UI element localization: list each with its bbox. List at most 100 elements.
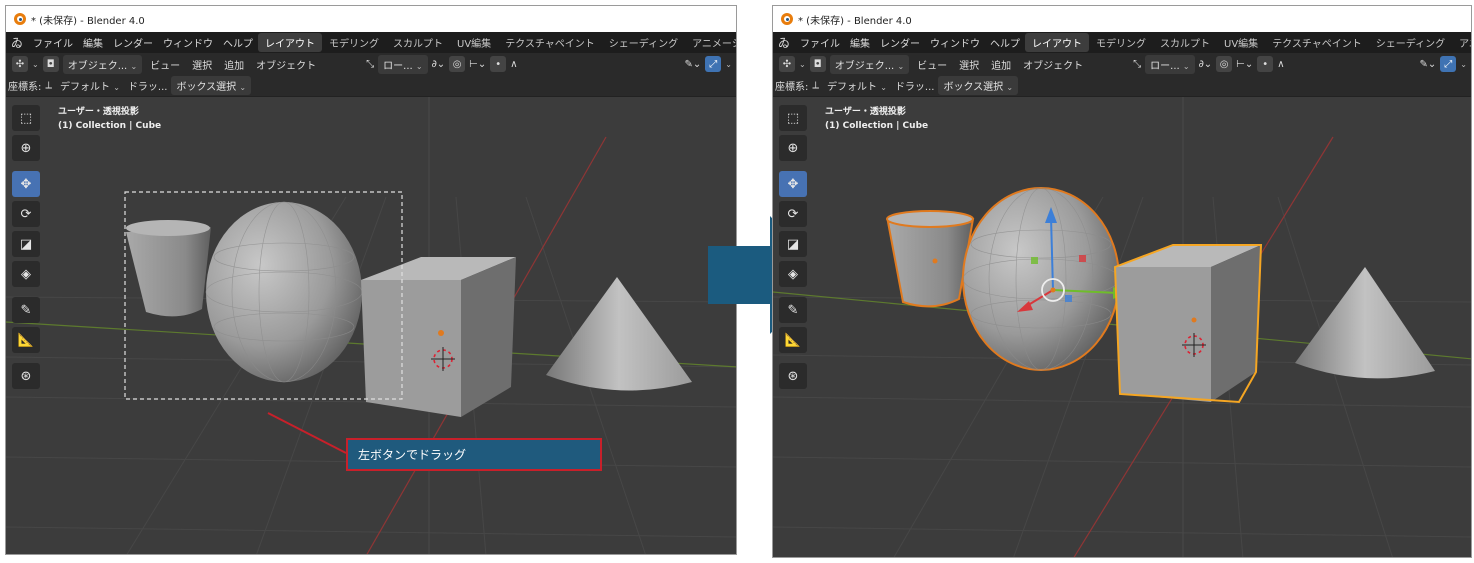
proportional-edit-icon[interactable]: ◎ xyxy=(449,56,466,72)
drag-dropdown[interactable]: ボックス選択 ⌄ xyxy=(171,76,252,95)
blender-window-after: * (未保存) - Blender 4.0 ゐ ファイル 編集 レンダー ウィン… xyxy=(772,5,1472,558)
menu-add[interactable]: 追加 xyxy=(987,55,1015,74)
tab-shading[interactable]: シェーディング xyxy=(1369,33,1452,52)
drag-instruction-callout: 左ボタンでドラッグ xyxy=(346,438,602,471)
menu-render[interactable]: レンダー xyxy=(108,35,158,50)
editor-type-icon[interactable]: ✣ xyxy=(779,56,795,72)
tab-animation[interactable]: アニメーシ xyxy=(1452,33,1471,52)
proportional-edit-icon[interactable]: ◎ xyxy=(1216,56,1233,72)
snap-target-icon[interactable]: ⊢⌄ xyxy=(469,59,486,70)
visibility-icon[interactable]: ✎⌄ xyxy=(685,59,702,70)
drag-label: ドラッ... xyxy=(127,82,168,93)
menu-render[interactable]: レンダー xyxy=(875,35,925,50)
cone-object[interactable] xyxy=(1295,267,1435,379)
menu-window[interactable]: ウィンドウ xyxy=(925,35,985,50)
tab-shading[interactable]: シェーディング xyxy=(602,33,685,52)
cylinder-object[interactable] xyxy=(126,220,211,317)
measure-icon[interactable]: 📐 xyxy=(779,327,807,353)
annotate-icon[interactable]: ✎ xyxy=(12,297,40,323)
coord-dropdown[interactable]: デフォルト ⌄ xyxy=(823,76,891,95)
tab-sculpt[interactable]: スカルプト xyxy=(386,33,450,52)
menu-window[interactable]: ウィンドウ xyxy=(158,35,218,50)
menu-help[interactable]: ヘルプ xyxy=(985,35,1025,50)
window-title: * (未保存) - Blender 4.0 xyxy=(798,15,912,27)
menu-edit[interactable]: 編集 xyxy=(78,35,108,50)
tab-uv-editing[interactable]: UV編集 xyxy=(450,33,498,52)
move-icon[interactable]: ✥ xyxy=(12,171,40,197)
gizmo-icon[interactable]: ⤢ xyxy=(1440,56,1457,72)
transform-icon[interactable]: ◈ xyxy=(12,261,40,287)
menu-object[interactable]: オブジェクト xyxy=(1019,55,1087,74)
cylinder-object[interactable] xyxy=(886,210,975,308)
scale-icon[interactable]: ◪ xyxy=(12,231,40,257)
pivot-dropdown[interactable]: ロー... ⌄ xyxy=(1145,54,1195,74)
blender-window-before: * (未保存) - Blender 4.0 ゐ ファイル 編集 レンダー ウィン… xyxy=(5,5,737,555)
coord-label: 座標系: xyxy=(775,82,809,93)
menu-object[interactable]: オブジェクト xyxy=(252,55,320,74)
menu-view[interactable]: ビュー xyxy=(913,55,951,74)
snap-target-icon[interactable]: ⊢⌄ xyxy=(1236,59,1253,70)
proportional-falloff-icon[interactable]: • xyxy=(1257,56,1274,72)
cube-object[interactable] xyxy=(1113,244,1263,404)
cube-object[interactable] xyxy=(361,257,516,417)
menu-help[interactable]: ヘルプ xyxy=(218,35,258,50)
tab-modeling[interactable]: モデリング xyxy=(322,33,386,52)
tab-texture-paint[interactable]: テクスチャペイント xyxy=(1265,33,1369,52)
cursor-icon[interactable]: ⊕ xyxy=(779,135,807,161)
tab-modeling[interactable]: モデリング xyxy=(1089,33,1153,52)
3d-viewport[interactable]: ユーザー・透視投影 (1) Collection | Cube ⬚ ⊕ ✥ ⟳ … xyxy=(773,97,1471,557)
mode-dropdown[interactable]: オブジェク... ⌄ xyxy=(829,54,910,74)
tab-layout[interactable]: レイアウト xyxy=(258,33,323,52)
tool-settings-bar: 座標系: ⟂ デフォルト ⌄ ドラッ... ボックス選択 ⌄ xyxy=(773,75,1471,97)
drag-dropdown[interactable]: ボックス選択 ⌄ xyxy=(938,76,1019,95)
falloff-curve-icon[interactable]: ∧ xyxy=(1277,59,1284,70)
cone-object[interactable] xyxy=(546,277,692,391)
coord-dropdown[interactable]: デフォルト ⌄ xyxy=(56,76,124,95)
transform-icon[interactable]: ◈ xyxy=(779,261,807,287)
menu-file[interactable]: ファイル xyxy=(795,35,845,50)
snap-icon[interactable]: ∂⌄ xyxy=(432,59,446,70)
menu-edit[interactable]: 編集 xyxy=(845,35,875,50)
blender-menu-icon[interactable]: ゐ xyxy=(773,34,795,51)
title-bar: * (未保存) - Blender 4.0 xyxy=(773,6,1471,32)
menu-select[interactable]: 選択 xyxy=(955,55,983,74)
tab-animation[interactable]: アニメーシ xyxy=(685,33,736,52)
editor-type-icon[interactable]: ✣ xyxy=(12,56,28,72)
coord-icon: ⟂ xyxy=(45,80,53,91)
blender-menu-icon[interactable]: ゐ xyxy=(6,34,28,51)
cursor-icon[interactable]: ⊕ xyxy=(12,135,40,161)
coord-label: 座標系: xyxy=(8,82,42,93)
title-bar: * (未保存) - Blender 4.0 xyxy=(6,6,736,32)
mode-dropdown[interactable]: オブジェク... ⌄ xyxy=(62,54,143,74)
measure-icon[interactable]: 📐 xyxy=(12,327,40,353)
menu-add[interactable]: 追加 xyxy=(220,55,248,74)
rotate-icon[interactable]: ⟳ xyxy=(12,201,40,227)
sphere-object[interactable] xyxy=(205,201,363,383)
mode-icon: ◘ xyxy=(809,56,826,72)
menu-file[interactable]: ファイル xyxy=(28,35,78,50)
tab-uv-editing[interactable]: UV編集 xyxy=(1217,33,1265,52)
select-box-icon[interactable]: ⬚ xyxy=(12,105,40,131)
annotate-icon[interactable]: ✎ xyxy=(779,297,807,323)
menu-view[interactable]: ビュー xyxy=(146,55,184,74)
pivot-dropdown[interactable]: ロー... ⌄ xyxy=(378,54,428,74)
blender-logo-icon xyxy=(781,13,793,25)
add-cube-icon[interactable]: ⊛ xyxy=(779,363,807,389)
view-perspective-label: ユーザー・透視投影 xyxy=(825,107,906,117)
add-cube-icon[interactable]: ⊛ xyxy=(12,363,40,389)
tab-layout[interactable]: レイアウト xyxy=(1025,33,1090,52)
select-box-icon[interactable]: ⬚ xyxy=(779,105,807,131)
tab-texture-paint[interactable]: テクスチャペイント xyxy=(498,33,602,52)
menu-select[interactable]: 選択 xyxy=(188,55,216,74)
falloff-curve-icon[interactable]: ∧ xyxy=(510,59,517,70)
3d-viewport[interactable]: ユーザー・透視投影 (1) Collection | Cube ⬚ ⊕ ✥ ⟳ … xyxy=(6,97,736,554)
tab-sculpt[interactable]: スカルプト xyxy=(1153,33,1217,52)
sphere-object[interactable] xyxy=(962,187,1120,371)
visibility-icon[interactable]: ✎⌄ xyxy=(1420,59,1437,70)
gizmo-icon[interactable]: ⤢ xyxy=(705,56,722,72)
rotate-icon[interactable]: ⟳ xyxy=(779,201,807,227)
snap-icon[interactable]: ∂⌄ xyxy=(1199,59,1213,70)
scale-icon[interactable]: ◪ xyxy=(779,231,807,257)
proportional-falloff-icon[interactable]: • xyxy=(490,56,507,72)
move-icon[interactable]: ✥ xyxy=(779,171,807,197)
